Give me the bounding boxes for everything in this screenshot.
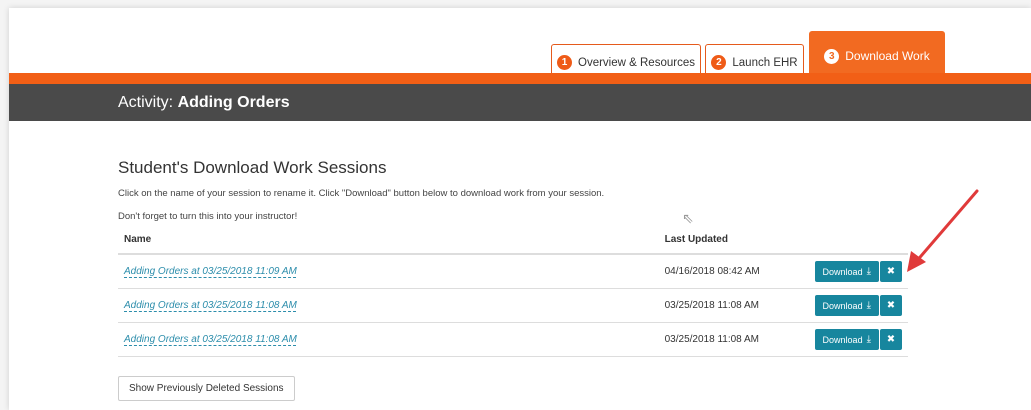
annotation-arrow-icon [907,189,979,272]
page-card: 1 Overview & Resources 2 Launch EHR 3 Do… [9,8,1031,410]
